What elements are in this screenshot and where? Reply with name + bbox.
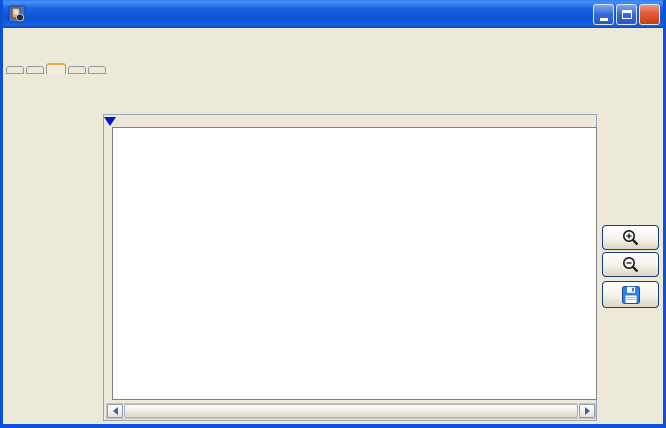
zoom-in-button[interactable] [602, 225, 659, 250]
trace-info-panel [3, 74, 663, 112]
menu-item-tools[interactable] [33, 36, 47, 40]
zoom-in-icon [622, 229, 638, 245]
minimize-button[interactable] [593, 3, 614, 25]
diagnostics-plot-svg [113, 128, 596, 399]
menu-item-view[interactable] [47, 36, 61, 40]
title-bar[interactable] [3, 0, 663, 28]
scroll-left-icon [112, 407, 118, 415]
minimize-icon [599, 17, 608, 21]
save-button[interactable] [602, 281, 659, 308]
tab-waterfall[interactable] [88, 66, 106, 74]
menu-item-data-collector[interactable] [61, 36, 75, 40]
tab-best-practices-results[interactable] [6, 66, 24, 74]
tab-statistics[interactable] [68, 66, 86, 74]
info-row-trace [6, 95, 660, 107]
menu-item-profile[interactable] [19, 36, 33, 40]
window-controls [593, 3, 660, 25]
tab-strip [3, 48, 663, 74]
menu-bar [3, 28, 663, 48]
zoom-out-icon [622, 256, 638, 272]
scrollbar-thumb[interactable] [124, 404, 578, 418]
info-row-date [6, 79, 660, 91]
maximize-icon [621, 9, 632, 19]
diagnostics-chart-panel [103, 114, 597, 421]
close-button[interactable] [639, 3, 660, 25]
timeline-scrollbar[interactable] [106, 403, 596, 419]
tab-overview[interactable] [26, 66, 44, 74]
zoom-out-button[interactable] [602, 252, 659, 277]
menu-item-help[interactable] [75, 36, 89, 40]
diagnostics-main [3, 112, 663, 424]
maximize-button[interactable] [616, 3, 637, 25]
scroll-right-icon [584, 407, 590, 415]
tab-diagnostics[interactable] [46, 63, 66, 74]
save-icon floppy-disk-icon [621, 285, 640, 304]
diagnostics-plot[interactable] [112, 127, 597, 400]
app-window [0, 0, 666, 428]
scroll-left-button[interactable] [107, 404, 123, 418]
app-icon[interactable] [8, 5, 26, 23]
scroll-right-button[interactable] [579, 404, 595, 418]
menu-item-file[interactable] [5, 36, 19, 40]
position-marker down-triangle-icon[interactable] [104, 117, 116, 126]
